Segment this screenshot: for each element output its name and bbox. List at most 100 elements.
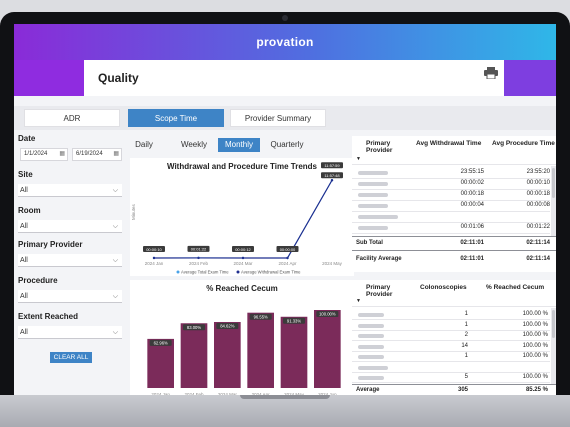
avg-withdrawal-cell: 00:01:06 [460, 224, 484, 230]
data-label: 00:01:22 [191, 247, 207, 252]
clear-all-button[interactable]: CLEAR ALL [50, 352, 92, 363]
legend-label: Average Withdrawal Exam Time [241, 270, 301, 275]
provider-select[interactable]: All ⌵ [18, 254, 122, 267]
time-table: Primary Provider Avg Withdrawal Time Avg… [352, 136, 556, 272]
sort-desc-icon[interactable]: ▼ [356, 156, 361, 162]
avg-withdrawal-cell: 00:00:04 [460, 202, 484, 208]
colonoscopies-cell: 1 [464, 321, 468, 328]
provider-name-redacted [358, 355, 384, 359]
avg-withdrawal-cell: 00:00:18 [460, 191, 484, 197]
table-row[interactable]: 00:01:06 00:01:22 [352, 223, 550, 234]
col-avg-withdrawal[interactable]: Avg Withdrawal Time [416, 140, 481, 147]
data-label: 91.33% [287, 318, 301, 323]
table-row[interactable]: 2 100.00 % [352, 331, 550, 341]
site-select[interactable]: All ⌵ [18, 184, 122, 197]
provider-name-redacted [358, 323, 384, 328]
table-row[interactable]: 00:00:02 00:00:10 [352, 179, 550, 190]
reached-cecum-cell: 100.00 % [522, 332, 548, 338]
cecum-table: Primary Provider Colonoscopies % Reached… [352, 280, 556, 398]
period-weekly[interactable]: Weekly [178, 138, 210, 152]
calendar-icon[interactable]: ▦ [113, 149, 119, 160]
col-avg-procedure[interactable]: Avg Procedure Time [492, 140, 555, 147]
legend-label: Average Total Exam Time [181, 270, 229, 275]
average-divider [352, 384, 556, 385]
date-from-input[interactable]: 1/1/2024 ▦ [20, 148, 68, 161]
table-row[interactable]: 5 100.00 % [352, 373, 550, 383]
table-row[interactable]: 1 100.00 % [352, 321, 550, 331]
data-label: 00:00:12 [235, 247, 251, 252]
cecum-chart: 62.96%2024 Jan83.00%2024 Feb84.62%2024 M… [147, 310, 341, 397]
data-label: 11:57:59 [324, 163, 340, 168]
bar[interactable] [147, 338, 174, 388]
data-label: 11:57:48 [324, 173, 340, 178]
table-row[interactable]: 00:00:18 00:00:18 [352, 190, 550, 201]
reached-cecum-cell: 100.00 % [522, 374, 548, 380]
site-label: Site [18, 170, 33, 179]
avg-procedure-cell: 00:00:10 [526, 180, 550, 186]
provider-name-redacted [358, 344, 384, 349]
col-colonoscopies[interactable]: Colonoscopies [420, 284, 467, 291]
col-primary-provider[interactable]: Primary Provider [366, 140, 406, 154]
period-daily[interactable]: Daily [130, 138, 158, 152]
data-label: 83.00% [187, 325, 201, 330]
room-select[interactable]: All ⌵ [18, 220, 122, 233]
data-point[interactable] [152, 256, 156, 260]
chevron-down-icon: ⌵ [112, 329, 118, 336]
average-label: Average [356, 387, 380, 393]
time-table-scrollbar[interactable] [551, 166, 556, 236]
bar[interactable] [214, 321, 241, 388]
table-row[interactable] [352, 363, 550, 373]
table-row[interactable] [352, 212, 550, 223]
bar[interactable] [314, 310, 341, 388]
date-from-value: 1/1/2024 [24, 151, 48, 157]
time-trend-card: Withdrawal and Procedure Time Trends Min… [130, 158, 354, 276]
period-monthly[interactable]: Monthly [218, 138, 260, 152]
period-quarterly[interactable]: Quarterly [266, 138, 308, 152]
tab-provider-summary[interactable]: Provider Summary [230, 109, 326, 127]
table-row[interactable]: 23:55:15 23:55:20 [352, 168, 550, 179]
colonoscopies-cell: 1 [464, 311, 468, 317]
brand-logo: provation [256, 35, 314, 49]
col-primary-provider[interactable]: Primary Provider [366, 284, 406, 298]
reached-cecum-cell: 100.00 % [522, 321, 548, 328]
cecum-table-scrollbar[interactable] [551, 308, 556, 384]
monitor-notch [240, 395, 330, 399]
sort-desc-icon[interactable]: ▼ [356, 298, 361, 304]
time-trend-chart: Minutes 2024 Jan 2024 Feb 2024 Mar 2024 Apr 2… [131, 162, 343, 275]
table-row[interactable]: 14 100.00 % [352, 342, 550, 352]
data-point[interactable] [330, 179, 334, 182]
data-point[interactable] [197, 256, 200, 260]
procedure-select[interactable]: All ⌵ [18, 290, 122, 303]
procedure-value: All [20, 293, 28, 300]
data-label: 96.55% [254, 314, 268, 319]
data-point[interactable] [286, 256, 289, 260]
calendar-icon[interactable]: ▦ [59, 149, 65, 160]
monitor-frame: provation Quality ADR Scope Time Provide… [0, 12, 570, 427]
y-axis-label: Minutes [131, 203, 136, 220]
date-to-value: 6/19/2024 [76, 151, 103, 157]
table-row[interactable]: 1 100.00 % [352, 310, 550, 320]
col-reached-cecum[interactable]: % Reached Cecum [486, 284, 544, 291]
tab-adr[interactable]: ADR [24, 109, 120, 127]
camera-dot [282, 15, 288, 21]
colonoscopies-cell: 14 [461, 342, 468, 349]
tab-scope-time[interactable]: Scope Time [128, 109, 224, 127]
table-row[interactable]: 00:00:04 00:00:08 [352, 201, 550, 212]
bar[interactable] [280, 316, 308, 388]
facility-average-label: Facility Average [356, 256, 402, 262]
extent-label: Extent Reached [18, 312, 79, 321]
print-icon[interactable] [484, 67, 498, 79]
subtotal-label: Sub Total [356, 240, 383, 246]
x-tick-label: 2024 Feb [189, 261, 209, 266]
table-row[interactable]: 1 100.00 % [352, 352, 550, 362]
monitor-stand [0, 395, 570, 427]
date-to-input[interactable]: 6/19/2024 ▦ [72, 148, 122, 161]
bar[interactable] [180, 323, 208, 388]
extent-select[interactable]: All ⌵ [18, 326, 122, 339]
data-point[interactable] [241, 256, 245, 260]
data-label: 84.62% [220, 324, 234, 329]
provider-value: All [20, 257, 28, 264]
reached-cecum-cell: 100.00 % [522, 353, 548, 359]
data-label: 00:00:10 [146, 247, 162, 252]
bar[interactable] [247, 312, 274, 388]
